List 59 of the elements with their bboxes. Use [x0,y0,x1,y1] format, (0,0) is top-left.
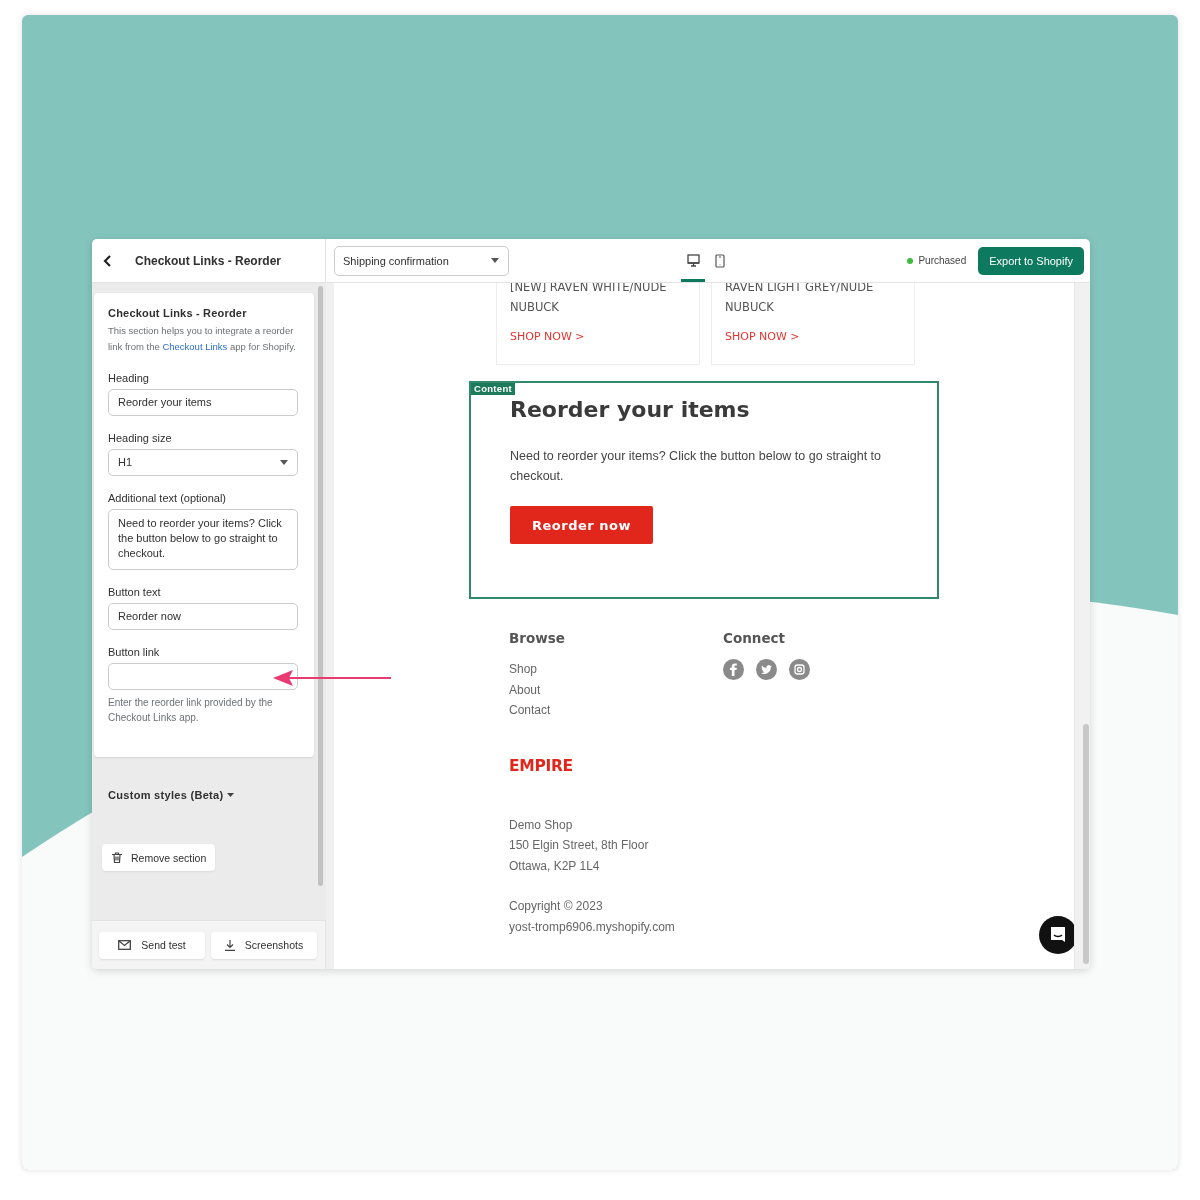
desktop-icon [686,254,700,267]
caret-icon [280,460,288,465]
field-label: Additional text (optional) [108,492,227,504]
product-name: NUBUCK [510,299,560,316]
heading-size-select[interactable]: H1 [108,449,298,476]
mobile-icon [715,253,725,268]
scrollbar-thumb[interactable] [1083,724,1089,964]
chat-icon[interactable] [1039,916,1074,954]
footer-button[interactable]: Send test [99,931,205,959]
address-line: Demo Shop [509,816,573,834]
input-field[interactable] [108,663,298,690]
footer-link[interactable]: About [509,679,541,700]
field-label: Button text [108,586,162,598]
scrollbar-thumb[interactable] [318,286,323,886]
input-field[interactable]: Reorder now [108,603,298,630]
product-name: [NEW] RAVEN WHITE/NUDE [510,283,668,296]
remove-section-button[interactable]: Remove section [102,844,216,871]
reorder-button[interactable]: Reorder now [510,506,653,544]
mail-icon [118,940,132,950]
panel-title: Checkout Links - Reorder [135,253,282,268]
footer-button[interactable]: Screenshots [211,931,317,959]
caret-icon[interactable] [227,793,235,797]
download-icon [224,939,235,951]
field-label: Heading [108,372,150,384]
shop-now-link[interactable]: SHOP NOW > [725,327,914,347]
caret-icon [491,258,499,263]
footer-heading: Connect [723,630,786,646]
content-heading: Reorder your items [510,397,751,422]
section-title: Checkout Links - Reorder [108,307,248,319]
address-line: 150 Elgin Street, 8th Floor [509,837,649,854]
shop-now-link[interactable]: SHOP NOW > [510,327,699,347]
status-label: Purchased [918,255,967,266]
instagram-icon[interactable] [789,659,810,680]
content-text: Need to reorder your items? Click the button below to go straight to checkout. [510,448,883,485]
export-button[interactable]: Export to Shopify [978,246,1084,275]
footer-link[interactable]: Contact [509,700,551,721]
custom-styles-toggle[interactable]: Custom styles (Beta) [108,789,224,801]
back-icon[interactable] [103,254,113,267]
section-description: This section helps you to integrate a reorder link from the Checkout Links app for Shopify. [108,324,297,354]
template-select[interactable]: Shipping confirmation [334,245,509,276]
field-label: Button link [108,646,161,658]
help-text: Enter the reorder link provided by the Checkout Links app. [108,696,274,725]
address-line: Ottawa, K2P 1L4 [509,857,600,875]
trash-icon [112,852,122,863]
copyright-line: yost-tromp6906.myshopify.com [509,918,675,936]
footer-link[interactable]: Shop [509,659,538,680]
shop-logo: EMPIRE [509,756,574,775]
content-block[interactable]: Content Reorder your items Need to reorder your items? Click the button below to go straight to checkout. Reorder now [469,381,939,599]
content-tag: Content [471,383,515,395]
footer-heading: Browse [509,630,566,646]
facebook-icon[interactable] [723,659,744,680]
text-area[interactable]: Need to reorder your items? Click the button below to go straight to checkout. [108,509,298,570]
copyright-line: Copyright © 2023 [509,898,603,915]
input-field[interactable]: Reorder your items [108,389,298,416]
field-label: Heading size [108,432,173,444]
product-name: RAVEN LIGHT GREY/NUDE [725,283,875,296]
product-name: NUBUCK [725,299,775,316]
twitter-icon[interactable] [756,659,777,680]
checkout-links-link[interactable]: Checkout Links [162,340,228,352]
